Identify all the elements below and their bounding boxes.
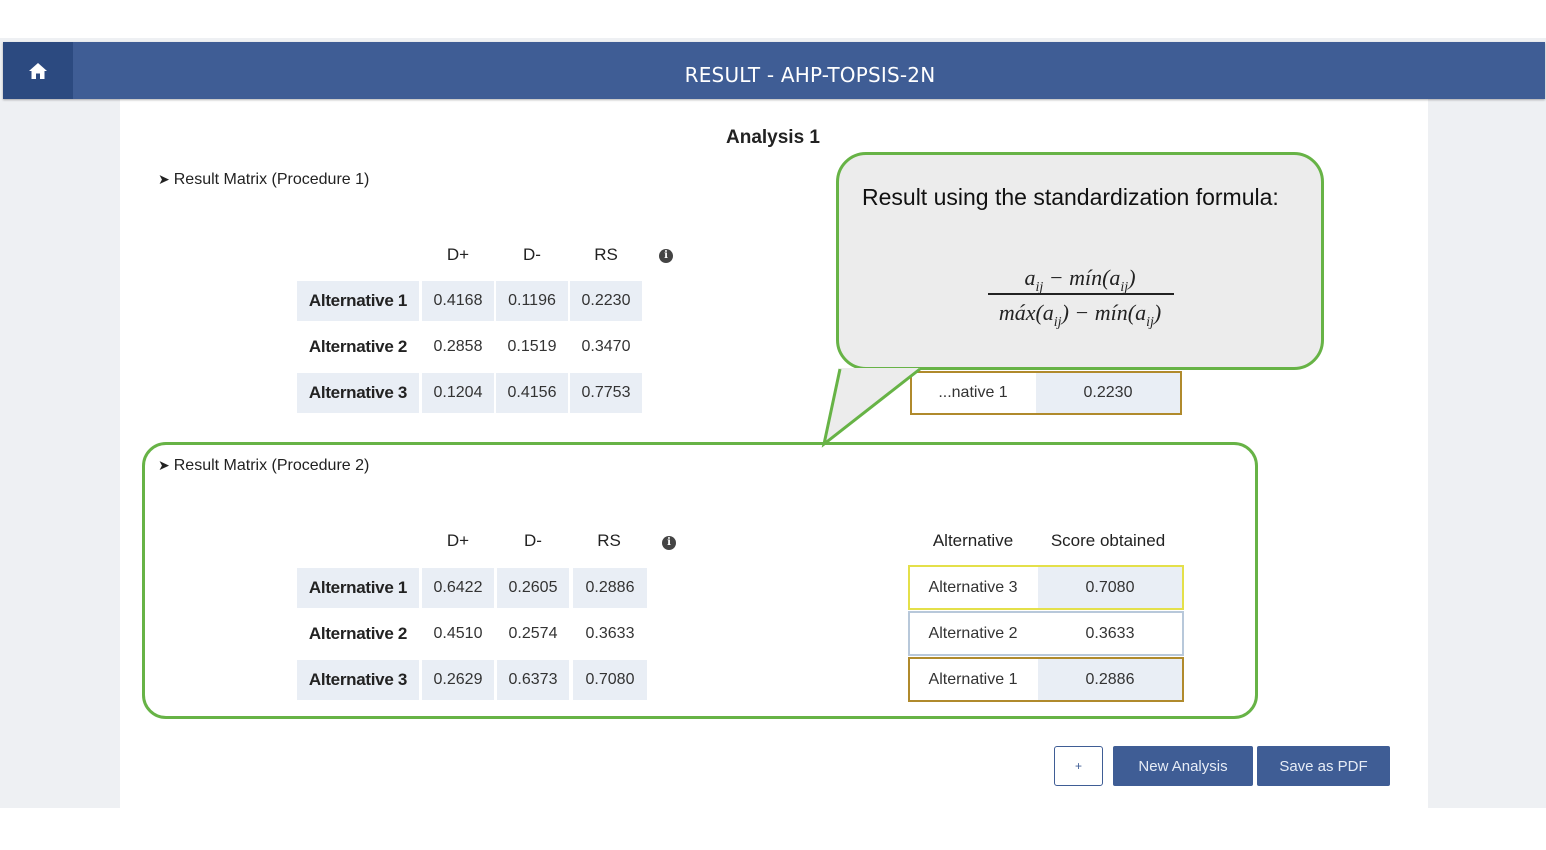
procedure2-label[interactable]: ➤ Result Matrix (Procedure 2)	[158, 457, 369, 475]
ranking-alternative: Alternative 3	[910, 567, 1036, 608]
add-button[interactable]: +	[1054, 746, 1103, 786]
p1-row-label: Alternative 3	[297, 373, 419, 413]
callout-text: Result using the standardization formula…	[862, 184, 1279, 210]
p2-cell: 0.2605	[497, 568, 569, 608]
p1-cell: 0.4156	[496, 373, 568, 413]
p1-cell: 0.2858	[433, 338, 483, 355]
svg-text:aij − mín(aij): aij − mín(aij)	[1024, 265, 1135, 295]
ranking-col-alternative: Alternative	[932, 531, 1014, 550]
p1-ranking-row: ...native 1 0.2230	[910, 371, 1182, 415]
p2-cell: 0.4510	[433, 625, 483, 642]
p1-col-dplus: D+	[446, 245, 470, 264]
standardization-formula: aij − mín(aij) máx(aij) − mín(aij)	[988, 265, 1174, 330]
arrow-right-icon: ➤	[158, 171, 170, 187]
ranking-score: 0.2886	[1038, 659, 1182, 700]
top-bar: RESULT - AHP-TOPSIS-2N	[3, 42, 1545, 99]
callout-pointer	[821, 367, 921, 448]
page-title: RESULT - AHP-TOPSIS-2N	[684, 63, 936, 87]
save-pdf-button[interactable]: Save as PDF	[1257, 746, 1390, 786]
p1-col-rs: RS	[594, 245, 618, 264]
analysis-title: Analysis 1	[726, 127, 820, 148]
p1-cell: 0.4168	[422, 281, 494, 321]
procedure1-label[interactable]: ➤ Result Matrix (Procedure 1)	[158, 171, 369, 189]
p2-row-label: Alternative 3	[297, 660, 419, 700]
ranking-row-first: Alternative 3 0.7080	[908, 565, 1184, 610]
info-icon[interactable]: i	[662, 536, 676, 550]
p2-row-label: Alternative 1	[297, 568, 419, 608]
p2-cell: 0.2629	[422, 660, 494, 700]
ranking-alternative: Alternative 1	[910, 659, 1036, 700]
p1-cell: 0.1196	[496, 281, 568, 321]
arrow-right-icon: ➤	[158, 457, 170, 473]
p2-col-rs: RS	[597, 531, 621, 550]
p1-row-label: Alternative 1	[297, 281, 419, 321]
ranking-row-second: Alternative 2 0.3633	[908, 611, 1184, 656]
info-icon[interactable]: i	[659, 249, 673, 263]
ranking-row-third: Alternative 1 0.2886	[908, 657, 1184, 702]
p2-cell: 0.2886	[573, 568, 647, 608]
p2-cell: 0.6373	[497, 660, 569, 700]
p1-row-label: Alternative 2	[308, 337, 408, 356]
p1-ranking-score: 0.2230	[1036, 373, 1180, 413]
ranking-col-score: Score obtained	[1050, 531, 1166, 550]
p2-cell: 0.2574	[508, 625, 558, 642]
p1-cell: 0.1204	[422, 373, 494, 413]
p1-cell: 0.2230	[570, 281, 642, 321]
ranking-score: 0.3633	[1038, 613, 1182, 654]
p2-row-label: Alternative 2	[308, 624, 408, 643]
p2-cell: 0.6422	[422, 568, 494, 608]
p1-cell: 0.3470	[581, 338, 631, 355]
p2-cell: 0.3633	[585, 625, 635, 642]
p1-cell: 0.1519	[507, 338, 557, 355]
p1-cell: 0.7753	[570, 373, 642, 413]
p2-col-dminus: D-	[524, 531, 542, 550]
p1-col-dminus: D-	[523, 245, 541, 264]
ranking-alternative: Alternative 2	[910, 613, 1036, 654]
p2-col-dplus: D+	[446, 531, 470, 550]
p2-cell: 0.7080	[573, 660, 647, 700]
ranking-score: 0.7080	[1038, 567, 1182, 608]
new-analysis-button[interactable]: New Analysis	[1113, 746, 1253, 786]
svg-text:máx(aij) − mín(aij): máx(aij) − mín(aij)	[999, 300, 1161, 330]
